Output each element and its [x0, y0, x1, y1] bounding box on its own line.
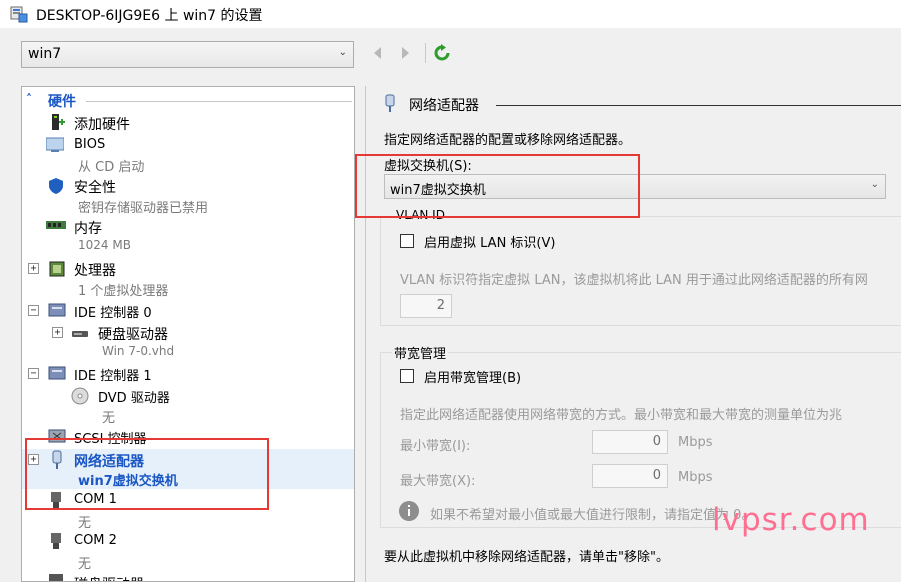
tree-item-sub: 从 CD 启动	[78, 160, 145, 175]
tree-item-label: 内存	[74, 221, 102, 237]
enable-vlan-checkbox[interactable]	[400, 234, 414, 248]
tree-item-label: IDE 控制器 0	[74, 306, 152, 321]
memory-icon	[46, 220, 66, 238]
tree-item-sub: 无	[78, 516, 92, 531]
title-bar: DESKTOP-6IJG9E6 上 win7 的设置	[0, 0, 901, 28]
tree-item-security[interactable]: 安全性 密钥存储驱动器已禁用	[22, 177, 322, 217]
tree-item-label: IDE 控制器 1	[74, 369, 152, 384]
vlan-id-input[interactable]: 2	[400, 294, 452, 318]
back-icon[interactable]	[370, 44, 386, 62]
tree-item-sub: 1024 MB	[78, 238, 131, 252]
forward-icon[interactable]	[397, 44, 413, 62]
hard-drive-icon	[71, 325, 89, 343]
tree-item-label: 硬盘驱动器	[98, 327, 168, 343]
max-bandwidth-unit: Mbps	[678, 470, 713, 485]
tree-item-sub: 1 个虚拟处理器	[78, 284, 169, 299]
tree-item-floppy[interactable]: 磁盘驱动器	[22, 573, 322, 581]
bios-icon	[45, 137, 65, 155]
heading-rule	[496, 105, 901, 106]
refresh-icon[interactable]	[433, 44, 450, 62]
info-icon	[399, 501, 419, 525]
tree-item-label: 处理器	[74, 263, 116, 279]
tree-item-label: 添加硬件	[74, 117, 130, 133]
collapse-icon: ˄	[26, 92, 32, 106]
panel-description: 指定网络适配器的配置或移除网络适配器。	[384, 133, 632, 148]
add-hardware-icon	[49, 113, 67, 131]
watermark: lvpsr.com	[712, 502, 870, 538]
expand-icon[interactable]: +	[52, 327, 63, 338]
highlight-box-virtual-switch	[355, 154, 640, 218]
tree-item-memory[interactable]: 内存 1024 MB	[22, 218, 322, 258]
dvd-drive-icon	[71, 387, 89, 405]
tree-item-hard-drive[interactable]: + 硬盘驱动器 Win 7-0.vhd	[22, 323, 322, 363]
vlan-description: VLAN 标识符指定虚拟 LAN，该虚拟机将此 LAN 用于通过此网络适配器的所…	[400, 273, 868, 288]
toolbar-separator	[425, 43, 426, 63]
section-divider	[86, 101, 352, 102]
min-bandwidth-unit: Mbps	[678, 435, 713, 450]
tree-item-sub: 无	[78, 557, 92, 572]
min-bandwidth-label: 最小带宽(I):	[400, 439, 471, 454]
tree-item-bios[interactable]: BIOS 从 CD 启动	[22, 135, 322, 175]
tree-item-label: DVD 驱动器	[98, 391, 170, 406]
enable-vlan-label[interactable]: 启用虚拟 LAN 标识(V)	[424, 232, 555, 251]
tree-item-add-hardware[interactable]: 添加硬件	[22, 113, 322, 133]
tree-item-dvd[interactable]: DVD 驱动器 无	[22, 386, 322, 426]
max-bandwidth-label: 最大带宽(X):	[400, 474, 476, 489]
expand-icon[interactable]: +	[28, 263, 39, 274]
tree-item-label: BIOS	[74, 137, 106, 152]
tree-item-label: 安全性	[74, 180, 116, 196]
tree-item-sub: 密钥存储驱动器已禁用	[78, 201, 209, 216]
collapse-icon[interactable]: −	[28, 305, 39, 316]
vm-selector-dropdown[interactable]: win7 ⌄	[21, 41, 354, 68]
ide-controller-icon	[48, 302, 66, 320]
tree-item-label: COM 2	[74, 533, 117, 548]
window-title: DESKTOP-6IJG9E6 上 win7 的设置	[36, 8, 263, 24]
tree-item-ide1[interactable]: − IDE 控制器 1	[22, 364, 322, 384]
hardware-section-label: 硬件	[48, 94, 76, 110]
info-text: 如果不希望对最小值或最大值进行限制，请指定值为 0。	[430, 508, 755, 523]
hardware-section-header[interactable]: ˄ 硬件	[26, 91, 352, 111]
max-bandwidth-input[interactable]: 0	[592, 464, 668, 488]
processor-icon	[48, 260, 66, 278]
collapse-icon[interactable]: −	[28, 368, 39, 379]
chevron-down-icon: ⌄	[870, 179, 879, 190]
shield-icon	[48, 177, 66, 195]
remove-instruction: 要从此虚拟机中移除网络适配器，请单击"移除"。	[384, 550, 669, 565]
min-bandwidth-input[interactable]: 0	[592, 430, 668, 454]
com-port-icon	[48, 532, 66, 550]
settings-window-icon	[10, 5, 28, 23]
enable-bandwidth-checkbox[interactable]	[400, 369, 414, 383]
panel-heading: 网络适配器	[409, 98, 479, 114]
bandwidth-description: 指定此网络适配器使用网络带宽的方式。最小带宽和最大带宽的测量单位为兆	[400, 408, 843, 423]
highlight-box-network-adapter	[25, 438, 269, 510]
enable-bandwidth-label[interactable]: 启用带宽管理(B)	[424, 367, 521, 386]
tree-item-ide0[interactable]: − IDE 控制器 0	[22, 301, 322, 321]
chevron-down-icon: ⌄	[338, 47, 347, 58]
tree-item-sub: Win 7-0.vhd	[102, 344, 175, 358]
network-adapter-heading-icon	[384, 94, 396, 118]
tree-item-processor[interactable]: + 处理器 1 个虚拟处理器	[22, 259, 322, 299]
ide-controller-icon	[48, 365, 66, 383]
floppy-drive-icon	[48, 573, 66, 581]
tree-item-com2[interactable]: COM 2 无	[22, 532, 322, 572]
vm-selector-value: win7	[28, 46, 62, 62]
bandwidth-group-label: 带宽管理	[392, 343, 449, 362]
tree-item-sub: 无	[102, 411, 116, 426]
tree-item-label: 磁盘驱动器	[74, 574, 144, 581]
